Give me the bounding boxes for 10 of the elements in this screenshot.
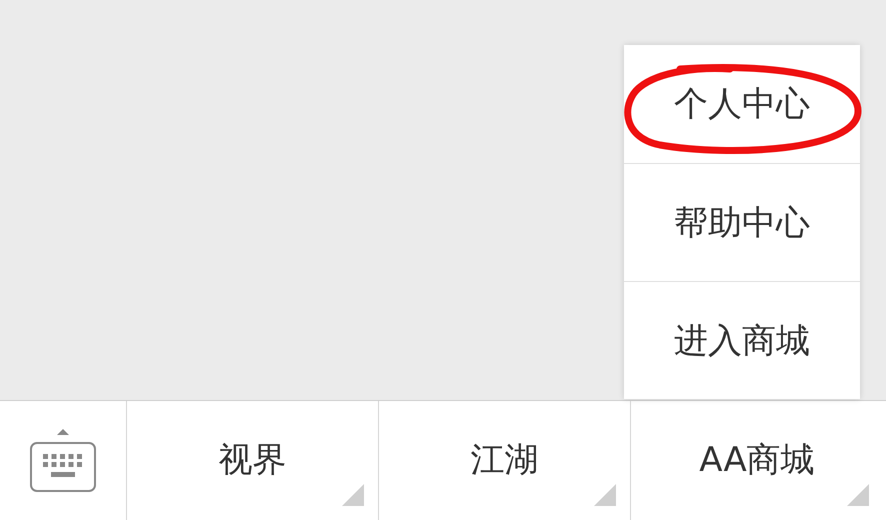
corner-triangle-icon: [342, 484, 364, 506]
menu-tab[interactable]: AA商城: [631, 401, 883, 520]
corner-triangle-icon: [847, 484, 869, 506]
menu-tab[interactable]: 视界: [127, 401, 379, 520]
keyboard-icon[interactable]: [29, 426, 97, 494]
menu-item[interactable]: 个人中心: [674, 87, 810, 121]
menu-tab[interactable]: 江湖: [379, 401, 631, 520]
menu-item[interactable]: 进入商城: [674, 324, 810, 358]
corner-triangle-icon: [594, 484, 616, 506]
menu-item[interactable]: 帮助中心: [674, 206, 810, 240]
